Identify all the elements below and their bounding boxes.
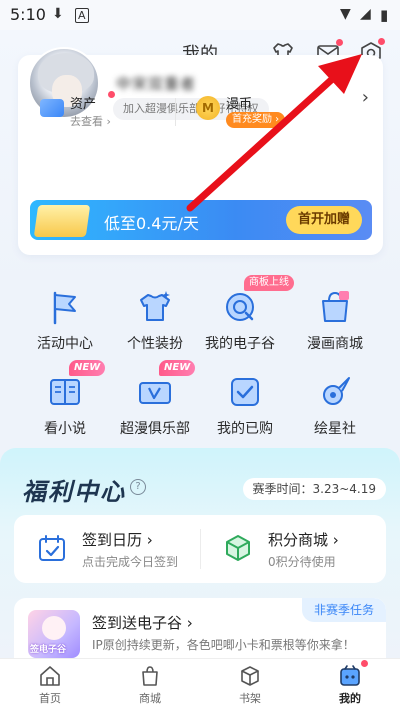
new-tag: NEW: [69, 360, 106, 376]
shirt-sparkle-icon: [140, 291, 170, 321]
grid-item-customize[interactable]: 个性装扮: [110, 287, 200, 353]
grid-label: 看小说: [44, 421, 86, 437]
status-bar: 5:10 ⬇ A ▼ ◢ ▮: [0, 0, 400, 30]
tab-label: 商城: [139, 692, 161, 705]
chevron-right-icon[interactable]: ›: [362, 87, 369, 108]
status-time: 5:10: [10, 5, 46, 24]
shopping-bag-icon: [322, 291, 349, 322]
tab-bookshelf[interactable]: 书架: [200, 659, 300, 710]
username[interactable]: 中宋双重者: [116, 73, 196, 94]
tab-home[interactable]: 首页: [0, 659, 100, 710]
vip-book-icon: [33, 205, 91, 237]
app-notification-icon: A: [75, 8, 89, 23]
task-title: 签到送电子谷 ›: [92, 614, 193, 632]
wifi-icon: ▼: [340, 6, 351, 22]
help-icon[interactable]: ?: [130, 479, 146, 495]
coin-icon: M: [196, 96, 220, 120]
badge-icon: [226, 293, 254, 321]
points-mall-sub: 0积分待使用: [268, 555, 336, 569]
grid-label: 漫画商城: [307, 336, 363, 352]
sign-calendar-title: 签到日历 ›: [82, 531, 153, 549]
settings-notification-dot: [378, 38, 385, 45]
tab-label: 首页: [39, 692, 61, 705]
calendar-icon: [39, 535, 65, 561]
vip-open-button[interactable]: 首开加赠: [285, 206, 362, 234]
task-thumbnail: 签电子谷: [28, 610, 80, 658]
asset-divider: [175, 98, 176, 126]
sign-task-card[interactable]: 签电子谷 签到送电子谷 › IP原创持续更新，各色吧唧小卡和票根等你来拿！ 非赛…: [14, 598, 386, 658]
grid-label: 超漫俱乐部: [120, 421, 190, 437]
grid-label: 我的电子谷: [205, 336, 275, 352]
vip-banner[interactable]: 低至0.4元/天 首开加赠: [30, 200, 372, 240]
grid-item-star-society[interactable]: 绘星社: [290, 372, 380, 438]
download-icon: ⬇: [52, 6, 64, 22]
grid-item-purchased[interactable]: 我的已购: [200, 372, 290, 438]
assets-entry[interactable]: 资产 去查看 ›: [40, 91, 160, 133]
battery-icon: ▮: [380, 6, 389, 24]
grid-label: 活动中心: [37, 336, 93, 352]
bottom-tab-bar: 首页 商城 书架 我的: [0, 658, 400, 710]
comet-icon: [323, 377, 350, 405]
season-time: 赛季时间：3.23~4.19: [242, 478, 386, 500]
new-tag: NEW: [159, 360, 196, 376]
first-recharge-badge: 首充奖励 ›: [226, 112, 286, 128]
profile-icon: [340, 665, 360, 686]
tab-store[interactable]: 商城: [100, 659, 200, 710]
grid-label: 绘星社: [314, 421, 356, 437]
grid-item-super-club[interactable]: NEW 超漫俱乐部: [110, 360, 200, 438]
signal-icon: ◢: [360, 6, 371, 22]
coins-label: 漫币: [226, 97, 253, 112]
grid-item-novels[interactable]: NEW 看小说: [20, 360, 110, 438]
task-description: IP原创持续更新，各色吧唧小卡和票根等你来拿！: [92, 638, 355, 652]
sign-calendar-entry[interactable]: 签到日历 › 点击完成今日签到: [14, 515, 200, 583]
grid-label: 个性装扮: [127, 336, 183, 352]
vip-banner-text: 低至0.4元/天: [104, 214, 199, 233]
task-thumbnail-face: [42, 616, 66, 640]
assets-notification-dot: [108, 91, 115, 98]
message-notification-dot: [336, 39, 343, 46]
sign-calendar-sub: 点击完成今日签到: [82, 555, 179, 569]
points-mall-entry[interactable]: 积分商城 › 0积分待使用: [200, 515, 386, 583]
new-board-tag: 商板上线: [244, 275, 294, 291]
tab-label: 我的: [339, 692, 361, 705]
vip-card-icon: [139, 382, 171, 404]
store-icon: [142, 666, 158, 686]
welfare-title: 福利中心: [22, 478, 126, 506]
bookshelf-icon: [241, 666, 259, 686]
grid-label: 我的已购: [217, 421, 273, 437]
welfare-card: 签到日历 › 点击完成今日签到 积分商城 › 0积分待使用: [14, 515, 386, 583]
assets-label: 资产: [70, 97, 97, 112]
tab-profile[interactable]: 我的: [300, 659, 400, 710]
cube-icon: [226, 535, 250, 561]
assets-sub: 去查看 ›: [70, 115, 111, 128]
points-mall-title: 积分商城 ›: [268, 531, 339, 549]
off-season-task-tag: 非赛季任务: [301, 598, 386, 622]
flag-icon: [53, 291, 76, 325]
purchased-icon: [231, 378, 259, 406]
task-thumbnail-label: 签电子谷: [30, 645, 67, 655]
novel-icon: [50, 379, 80, 405]
grid-item-my-badges[interactable]: 商板上线 我的电子谷: [195, 275, 294, 353]
grid-item-comic-mall[interactable]: 漫画商城: [290, 287, 380, 353]
home-icon: [40, 666, 60, 686]
profile-notification-dot: [361, 660, 368, 667]
wallet-icon: [40, 99, 64, 117]
grid-item-activity-center[interactable]: 活动中心: [20, 287, 110, 353]
coins-entry[interactable]: M 漫币 首充奖励 ›: [196, 93, 316, 133]
tab-label: 书架: [239, 692, 261, 705]
